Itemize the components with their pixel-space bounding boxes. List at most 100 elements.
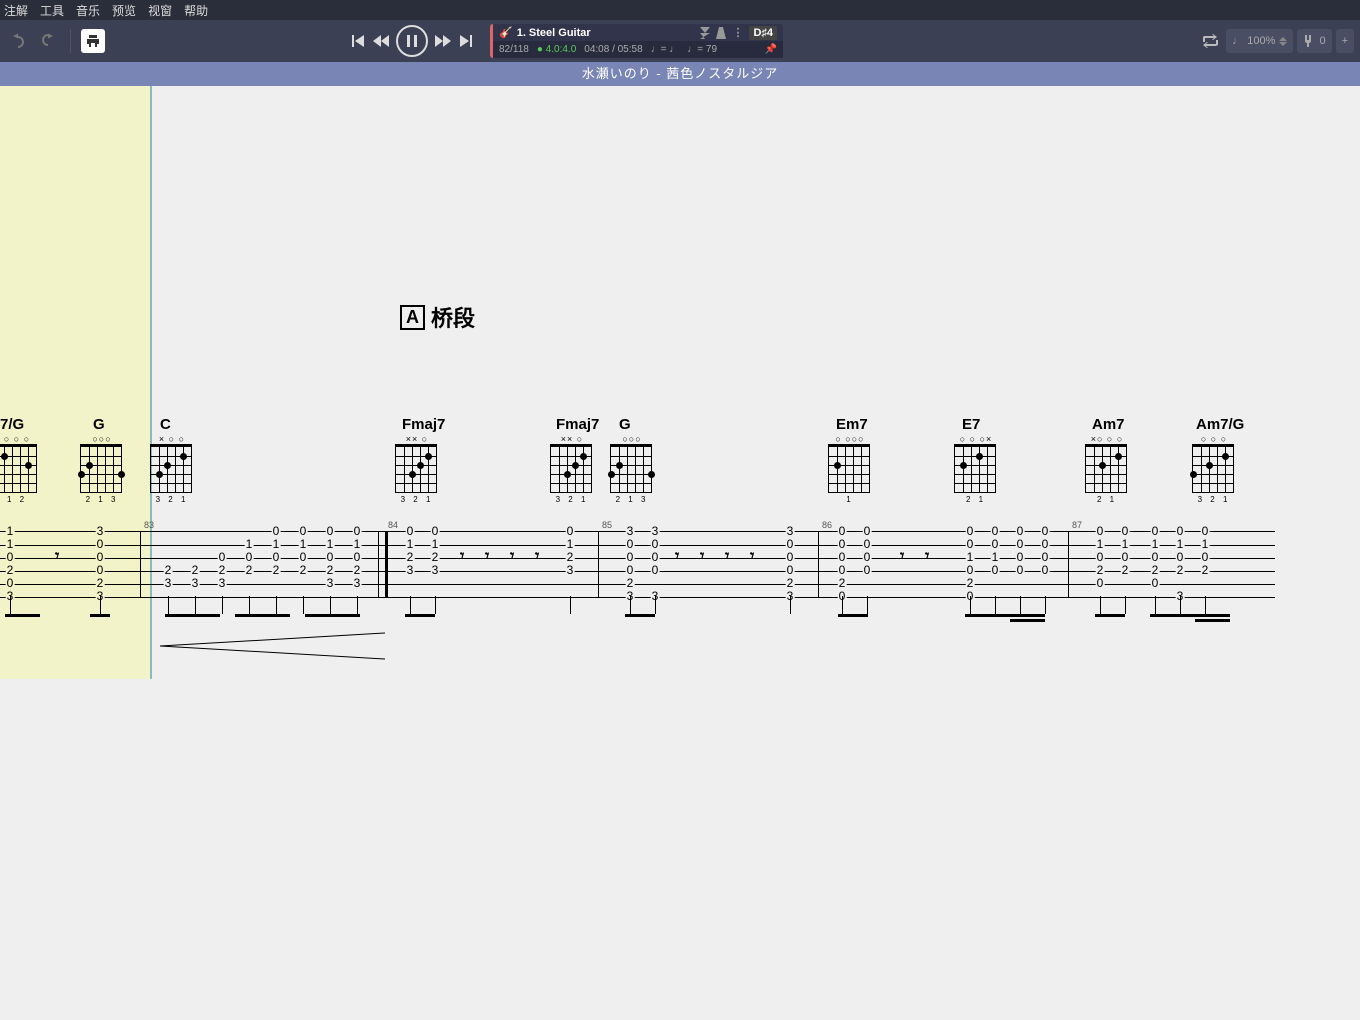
fret-number[interactable]: 0 — [786, 550, 795, 564]
fret-number[interactable]: 1 — [6, 537, 15, 551]
fret-number[interactable]: 2 — [272, 563, 281, 577]
fret-number[interactable]: 2 — [218, 563, 227, 577]
more-icon[interactable]: ⋮ — [732, 26, 743, 39]
fret-number[interactable]: 0 — [1016, 537, 1025, 551]
fret-number[interactable]: 0 — [991, 563, 1000, 577]
fret-number[interactable]: 2 — [245, 563, 254, 577]
fret-number[interactable]: 0 — [96, 563, 105, 577]
fret-number[interactable]: 0 — [1151, 524, 1160, 538]
menu-music[interactable]: 音乐 — [76, 2, 100, 19]
fret-number[interactable]: 2 — [431, 550, 440, 564]
fret-number[interactable]: 2 — [353, 563, 362, 577]
fret-number[interactable]: 2 — [191, 563, 200, 577]
fret-number[interactable]: 2 — [299, 563, 308, 577]
fret-number[interactable]: 0 — [838, 537, 847, 551]
fret-number[interactable]: 0 — [966, 563, 975, 577]
fret-number[interactable]: 0 — [245, 550, 254, 564]
fret-number[interactable]: 2 — [1121, 563, 1130, 577]
fret-number[interactable]: 0 — [566, 524, 575, 538]
forward-icon[interactable] — [434, 33, 452, 49]
fret-number[interactable]: 3 — [626, 524, 635, 538]
fret-number[interactable]: 1 — [1176, 537, 1185, 551]
fret-number[interactable]: 3 — [164, 576, 173, 590]
fret-number[interactable]: 0 — [838, 563, 847, 577]
fret-number[interactable]: 1 — [1121, 537, 1130, 551]
menu-annotate[interactable]: 注解 — [4, 2, 28, 19]
fret-number[interactable]: 1 — [326, 537, 335, 551]
fret-number[interactable]: 2 — [326, 563, 335, 577]
fret-number[interactable]: 0 — [353, 524, 362, 538]
fret-number[interactable]: 0 — [966, 537, 975, 551]
menu-tools[interactable]: 工具 — [40, 2, 64, 19]
tool-box[interactable]: 0 — [1297, 29, 1331, 53]
redo-button[interactable] — [36, 29, 60, 53]
fret-number[interactable]: 0 — [786, 563, 795, 577]
fret-number[interactable]: 0 — [1041, 524, 1050, 538]
fret-number[interactable]: 0 — [326, 550, 335, 564]
fret-number[interactable]: 0 — [406, 524, 415, 538]
metronome-icon[interactable] — [716, 27, 726, 39]
fret-number[interactable]: 2 — [626, 576, 635, 590]
fret-number[interactable]: 0 — [626, 550, 635, 564]
fret-number[interactable]: 1 — [1201, 537, 1210, 551]
fret-number[interactable]: 0 — [966, 524, 975, 538]
fret-number[interactable]: 0 — [326, 524, 335, 538]
fret-number[interactable]: 0 — [1176, 550, 1185, 564]
fret-number[interactable]: 0 — [1041, 537, 1050, 551]
speed-box[interactable]: ♩100% — [1226, 29, 1293, 53]
fret-number[interactable]: 2 — [1176, 563, 1185, 577]
fret-number[interactable]: 0 — [863, 524, 872, 538]
menu-window[interactable]: 视窗 — [148, 2, 172, 19]
fret-number[interactable]: 2 — [838, 576, 847, 590]
fret-number[interactable]: 0 — [1041, 550, 1050, 564]
fret-number[interactable]: 3 — [651, 524, 660, 538]
fret-number[interactable]: 0 — [1201, 550, 1210, 564]
fret-number[interactable]: 2 — [966, 576, 975, 590]
fret-number[interactable]: 2 — [6, 563, 15, 577]
fret-number[interactable]: 0 — [272, 524, 281, 538]
fret-number[interactable]: 3 — [431, 563, 440, 577]
pin-icon[interactable]: 📌 — [765, 44, 777, 55]
fret-number[interactable]: 0 — [218, 550, 227, 564]
fret-number[interactable]: 0 — [6, 576, 15, 590]
fret-number[interactable]: 0 — [863, 563, 872, 577]
fret-number[interactable]: 0 — [991, 537, 1000, 551]
fret-number[interactable]: 0 — [651, 563, 660, 577]
fret-number[interactable]: 0 — [651, 537, 660, 551]
fret-number[interactable]: 1 — [406, 537, 415, 551]
fret-number[interactable]: 0 — [1016, 524, 1025, 538]
fret-number[interactable]: 1 — [566, 537, 575, 551]
fret-number[interactable]: 0 — [1176, 524, 1185, 538]
fret-number[interactable]: 0 — [991, 524, 1000, 538]
plus-button[interactable]: + — [1336, 29, 1354, 53]
fret-number[interactable]: 0 — [626, 537, 635, 551]
speed-stepper[interactable] — [1279, 37, 1287, 46]
fret-number[interactable]: 0 — [651, 550, 660, 564]
fret-number[interactable]: 2 — [1151, 563, 1160, 577]
track-info-panel[interactable]: 🎸1. Steel Guitar ⋮ D♯4 82/118 ● 4.0:4.0 … — [490, 24, 783, 58]
fret-number[interactable]: 1 — [431, 537, 440, 551]
fret-number[interactable]: 0 — [1096, 524, 1105, 538]
fret-number[interactable]: 2 — [96, 576, 105, 590]
fret-number[interactable]: 1 — [1096, 537, 1105, 551]
fret-number[interactable]: 0 — [353, 550, 362, 564]
fret-number[interactable]: 3 — [218, 576, 227, 590]
fret-number[interactable]: 1 — [353, 537, 362, 551]
menu-preview[interactable]: 预览 — [112, 2, 136, 19]
menu-help[interactable]: 帮助 — [184, 2, 208, 19]
score-area[interactable]: A桥段 7/G G C Fmaj7 Fmaj7 G Em7 E7 Am7 Am7… — [0, 86, 1360, 1020]
fret-number[interactable]: 0 — [863, 537, 872, 551]
fret-number[interactable]: 1 — [1151, 537, 1160, 551]
fret-number[interactable]: 0 — [1096, 550, 1105, 564]
fret-number[interactable]: 0 — [838, 524, 847, 538]
fret-number[interactable]: 2 — [164, 563, 173, 577]
loop-button[interactable] — [1198, 29, 1222, 53]
fret-number[interactable]: 2 — [406, 550, 415, 564]
fret-number[interactable]: 0 — [1121, 550, 1130, 564]
fret-number[interactable]: 3 — [96, 524, 105, 538]
fret-number[interactable]: 3 — [353, 576, 362, 590]
fret-number[interactable]: 3 — [191, 576, 200, 590]
fret-number[interactable]: 0 — [1151, 550, 1160, 564]
skip-end-icon[interactable] — [458, 33, 474, 49]
undo-button[interactable] — [6, 29, 30, 53]
